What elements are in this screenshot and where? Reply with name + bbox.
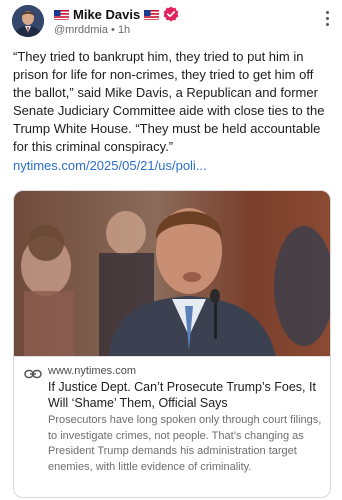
us-flag-icon (54, 9, 69, 20)
avatar[interactable] (12, 5, 44, 37)
post-header: Mike Davis @mrddmia • 1h (12, 5, 330, 39)
meta-separator: • (111, 24, 115, 36)
card-title[interactable]: If Justice Dept. Can’t Prosecute Trump’s… (48, 379, 324, 411)
article-photo (14, 191, 330, 356)
verified-badge-icon (163, 6, 179, 22)
us-flag-icon (144, 9, 160, 20)
more-options-icon[interactable] (322, 11, 332, 29)
post-link[interactable]: nytimes.com/2025/05/21/us/poli... (13, 158, 207, 173)
post-time: 1h (117, 24, 131, 36)
author-meta: @mrddmia • 1h (54, 24, 130, 36)
avatar-image (12, 5, 44, 37)
link-preview-card[interactable]: www.nytimes.com If Justice Dept. Can’t P… (13, 190, 331, 498)
author-name-row[interactable]: Mike Davis (54, 6, 179, 22)
post-body: “They tried to bankrupt him, they tried … (13, 49, 325, 154)
author-handle[interactable]: @mrddmia (54, 24, 108, 36)
card-domain: www.nytimes.com (48, 365, 137, 377)
link-icon (24, 369, 42, 379)
author-name[interactable]: Mike Davis (73, 7, 140, 22)
card-description: Prosecutors have long spoken only throug… (48, 414, 322, 473)
card-info[interactable]: www.nytimes.com If Justice Dept. Can’t P… (14, 356, 330, 497)
